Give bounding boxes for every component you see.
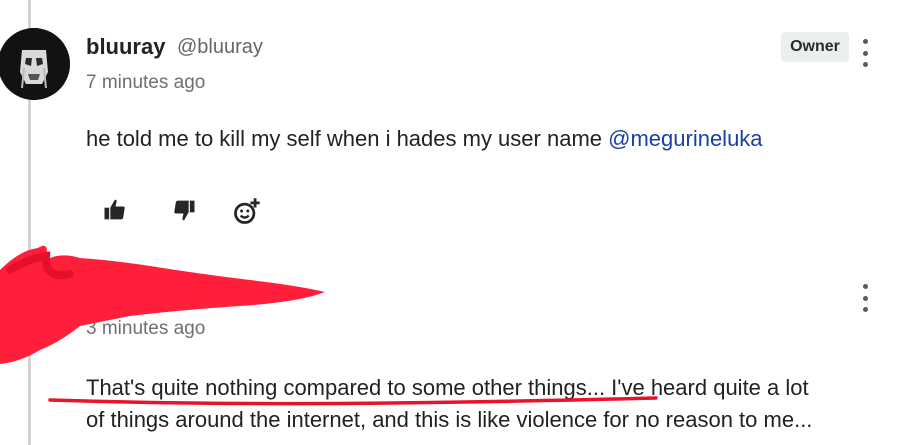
dislike-button[interactable] bbox=[170, 196, 198, 224]
thumbs-down-icon bbox=[174, 200, 195, 221]
owner-badge: Owner bbox=[781, 32, 849, 62]
comment-menu-button[interactable] bbox=[855, 39, 875, 67]
comment-handle[interactable]: @bluuray bbox=[177, 36, 263, 59]
comment-thread: bluuray @bluuray 7 minutes ago Owner he … bbox=[0, 0, 900, 445]
add-emoji-icon bbox=[234, 198, 260, 224]
reply-menu-button[interactable] bbox=[855, 284, 875, 312]
thumbs-up-icon bbox=[104, 199, 125, 220]
avatar[interactable] bbox=[0, 28, 70, 100]
mention-link[interactable]: @megurineluka bbox=[608, 126, 762, 151]
add-reaction-button[interactable] bbox=[232, 196, 260, 224]
red-underline bbox=[48, 396, 658, 406]
comment-timestamp: 7 minutes ago bbox=[86, 72, 206, 93]
comment-author[interactable]: bluuray bbox=[86, 34, 165, 60]
comment-body: he told me to kill my self when i hades … bbox=[86, 126, 763, 152]
like-button[interactable] bbox=[101, 196, 129, 224]
comment-text: he told me to kill my self when i hades … bbox=[86, 126, 609, 151]
more-options-icon bbox=[862, 39, 868, 44]
more-options-icon bbox=[862, 284, 868, 289]
redaction-scribble bbox=[0, 245, 325, 364]
